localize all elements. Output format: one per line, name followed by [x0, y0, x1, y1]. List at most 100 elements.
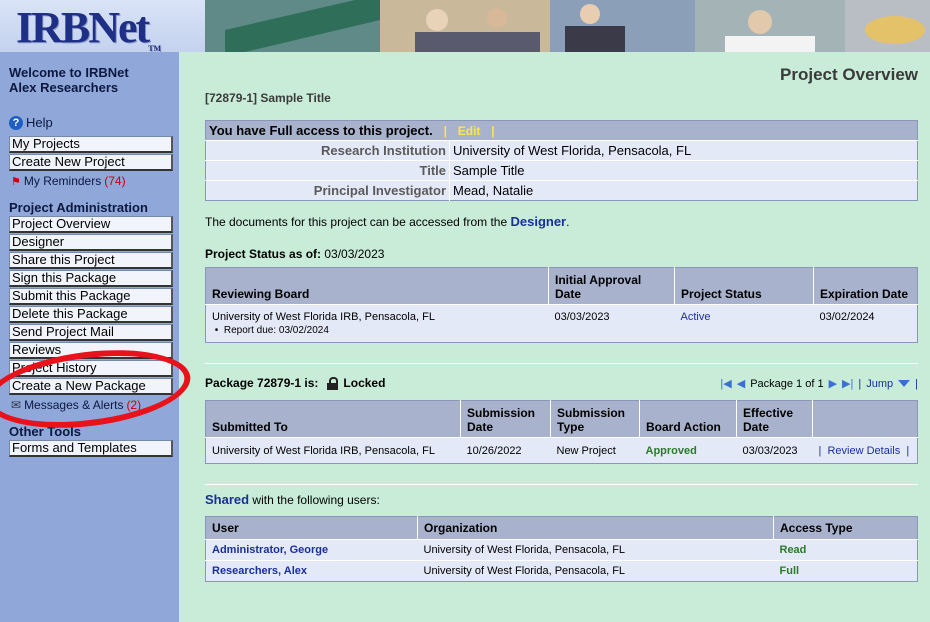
sidebar-item-send-project-mail[interactable]: Send Project Mail: [9, 324, 173, 341]
organization-cell: University of West Florida, Pensacola, F…: [417, 560, 774, 582]
detail-value: Mead, Natalie: [449, 180, 918, 201]
shared-link[interactable]: Shared: [205, 492, 249, 507]
sidebar-item-reviews[interactable]: Reviews: [9, 342, 173, 359]
reminder-flag-icon: ⚑: [11, 175, 21, 188]
table-row: Administrator, George University of West…: [205, 539, 918, 561]
logo-area[interactable]: IRBNetTM: [0, 0, 205, 52]
header-banner-image: [205, 0, 930, 52]
irbnet-logo: IRBNetTM: [16, 3, 162, 52]
sidebar-item-forms-templates[interactable]: Forms and Templates: [9, 440, 173, 457]
shared-note: Shared with the following users:: [205, 492, 380, 507]
page-title: Project Overview: [780, 65, 918, 84]
main-content: Project Overview [72879-1] Sample Title …: [179, 52, 930, 622]
access-message: You have Full access to this project.: [209, 123, 433, 138]
help-link[interactable]: ? Help: [9, 115, 53, 130]
package-status: Package 72879-1 is: Locked: [205, 376, 386, 390]
submission-type-cell: New Project: [550, 437, 640, 464]
lock-icon: [327, 376, 339, 390]
sidebar-item-messages-alerts[interactable]: ✉ Messages & Alerts (2): [11, 398, 141, 412]
edit-link[interactable]: Edit: [458, 124, 481, 138]
divider: [205, 363, 918, 364]
detail-row-pi: Principal Investigator Mead, Natalie: [205, 180, 918, 201]
sidebar-item-project-overview[interactable]: Project Overview: [9, 216, 173, 233]
detail-label: Research Institution: [205, 140, 450, 161]
table-row: University of West Florida IRB, Pensacol…: [205, 304, 918, 343]
submitted-to-cell: University of West Florida IRB, Pensacol…: [205, 437, 461, 464]
sidebar-item-create-new-package[interactable]: Create a New Package: [9, 378, 173, 395]
project-status-line: Project Status as of: 03/03/2023: [205, 247, 385, 261]
access-type-cell: Read: [773, 539, 918, 561]
access-type-cell: Full: [773, 560, 918, 582]
column-header: Submission Date: [460, 400, 551, 438]
next-page-icon[interactable]: ▶: [829, 377, 837, 390]
documents-note: The documents for this project can be ac…: [205, 214, 570, 229]
package-table: Submitted To Submission Date Submission …: [205, 400, 918, 464]
package-state: Locked: [343, 376, 386, 390]
package-pager: |◀ ◀ Package 1 of 1 ▶ ▶| | Jump |: [720, 377, 918, 391]
detail-value: University of West Florida, Pensacola, F…: [449, 140, 918, 161]
section-other-tools: Other Tools: [9, 424, 81, 439]
help-icon: ?: [9, 115, 23, 130]
column-header: User: [205, 516, 418, 540]
column-header: Submitted To: [205, 400, 461, 438]
welcome-text: Welcome to IRBNet Alex Researchers: [9, 65, 129, 95]
sidebar-item-my-reminders[interactable]: ⚑ My Reminders (74): [11, 174, 126, 188]
envelope-icon: ✉: [11, 398, 22, 412]
sidebar-item-designer[interactable]: Designer: [9, 234, 173, 251]
column-header: Effective Date: [736, 400, 813, 438]
breadcrumb: [72879-1] Sample Title: [205, 91, 331, 105]
sidebar: Welcome to IRBNet Alex Researchers ? Hel…: [0, 52, 179, 622]
page-indicator: Package 1 of 1: [750, 377, 824, 390]
first-page-icon[interactable]: |◀: [720, 377, 731, 390]
detail-row-institution: Research Institution University of West …: [205, 140, 918, 161]
section-project-administration: Project Administration: [9, 200, 148, 215]
prev-page-icon[interactable]: ◀: [737, 377, 745, 390]
access-header-row: You have Full access to this project. | …: [205, 120, 918, 141]
detail-row-title: Title Sample Title: [205, 160, 918, 181]
app-header: IRBNetTM: [0, 0, 930, 52]
shared-users-table: User Organization Access Type Administra…: [205, 516, 918, 582]
table-header-row: Reviewing Board Initial Approval Date Pr…: [205, 267, 918, 305]
table-header-row: User Organization Access Type: [205, 516, 918, 540]
report-due: Report due: 03/02/2024: [223, 325, 329, 336]
review-board-table: Reviewing Board Initial Approval Date Pr…: [205, 267, 918, 343]
sidebar-item-delete-package[interactable]: Delete this Package: [9, 306, 173, 323]
review-details-cell: | Review Details |: [812, 437, 918, 464]
sidebar-item-share-project[interactable]: Share this Project: [9, 252, 173, 269]
sidebar-item-project-history[interactable]: Project History: [9, 360, 173, 377]
status-date: 03/03/2023: [324, 247, 385, 261]
column-header: Expiration Date: [813, 267, 918, 305]
submission-date-cell: 10/26/2022: [460, 437, 551, 464]
detail-label: Principal Investigator: [205, 180, 450, 201]
sidebar-item-sign-package[interactable]: Sign this Package: [9, 270, 173, 287]
expiration-cell: 03/02/2024: [813, 304, 918, 343]
detail-label: Title: [205, 160, 450, 181]
sidebar-item-create-new-project[interactable]: Create New Project: [9, 154, 173, 171]
last-page-icon[interactable]: ▶|: [842, 377, 853, 390]
initial-approval-cell: 03/03/2023: [548, 304, 675, 343]
effective-date-cell: 03/03/2023: [736, 437, 813, 464]
table-row: University of West Florida IRB, Pensacol…: [205, 437, 918, 464]
detail-value: Sample Title: [449, 160, 918, 181]
column-header: Organization: [417, 516, 774, 540]
divider: [205, 484, 918, 485]
user-link[interactable]: Administrator, George: [205, 539, 418, 561]
table-header-row: Submitted To Submission Date Submission …: [205, 400, 918, 438]
sidebar-item-submit-package[interactable]: Submit this Package: [9, 288, 173, 305]
review-details-link[interactable]: Review Details: [827, 445, 900, 457]
column-header: Reviewing Board: [205, 267, 549, 305]
column-header: Project Status: [674, 267, 814, 305]
designer-link[interactable]: Designer: [510, 214, 566, 229]
chevron-down-icon[interactable]: [898, 380, 911, 387]
table-row: Researchers, Alex University of West Flo…: [205, 560, 918, 582]
user-link[interactable]: Researchers, Alex: [205, 560, 418, 582]
sidebar-item-my-projects[interactable]: My Projects: [9, 136, 173, 153]
project-status-link[interactable]: Active: [674, 304, 814, 343]
board-action-cell: Approved: [639, 437, 737, 464]
jump-button[interactable]: Jump: [866, 378, 893, 390]
column-header: Access Type: [773, 516, 918, 540]
organization-cell: University of West Florida, Pensacola, F…: [417, 539, 774, 561]
column-header: Submission Type: [550, 400, 640, 438]
reviewing-board-cell: University of West Florida IRB, Pensacol…: [205, 304, 549, 343]
column-header: Initial Approval Date: [548, 267, 675, 305]
